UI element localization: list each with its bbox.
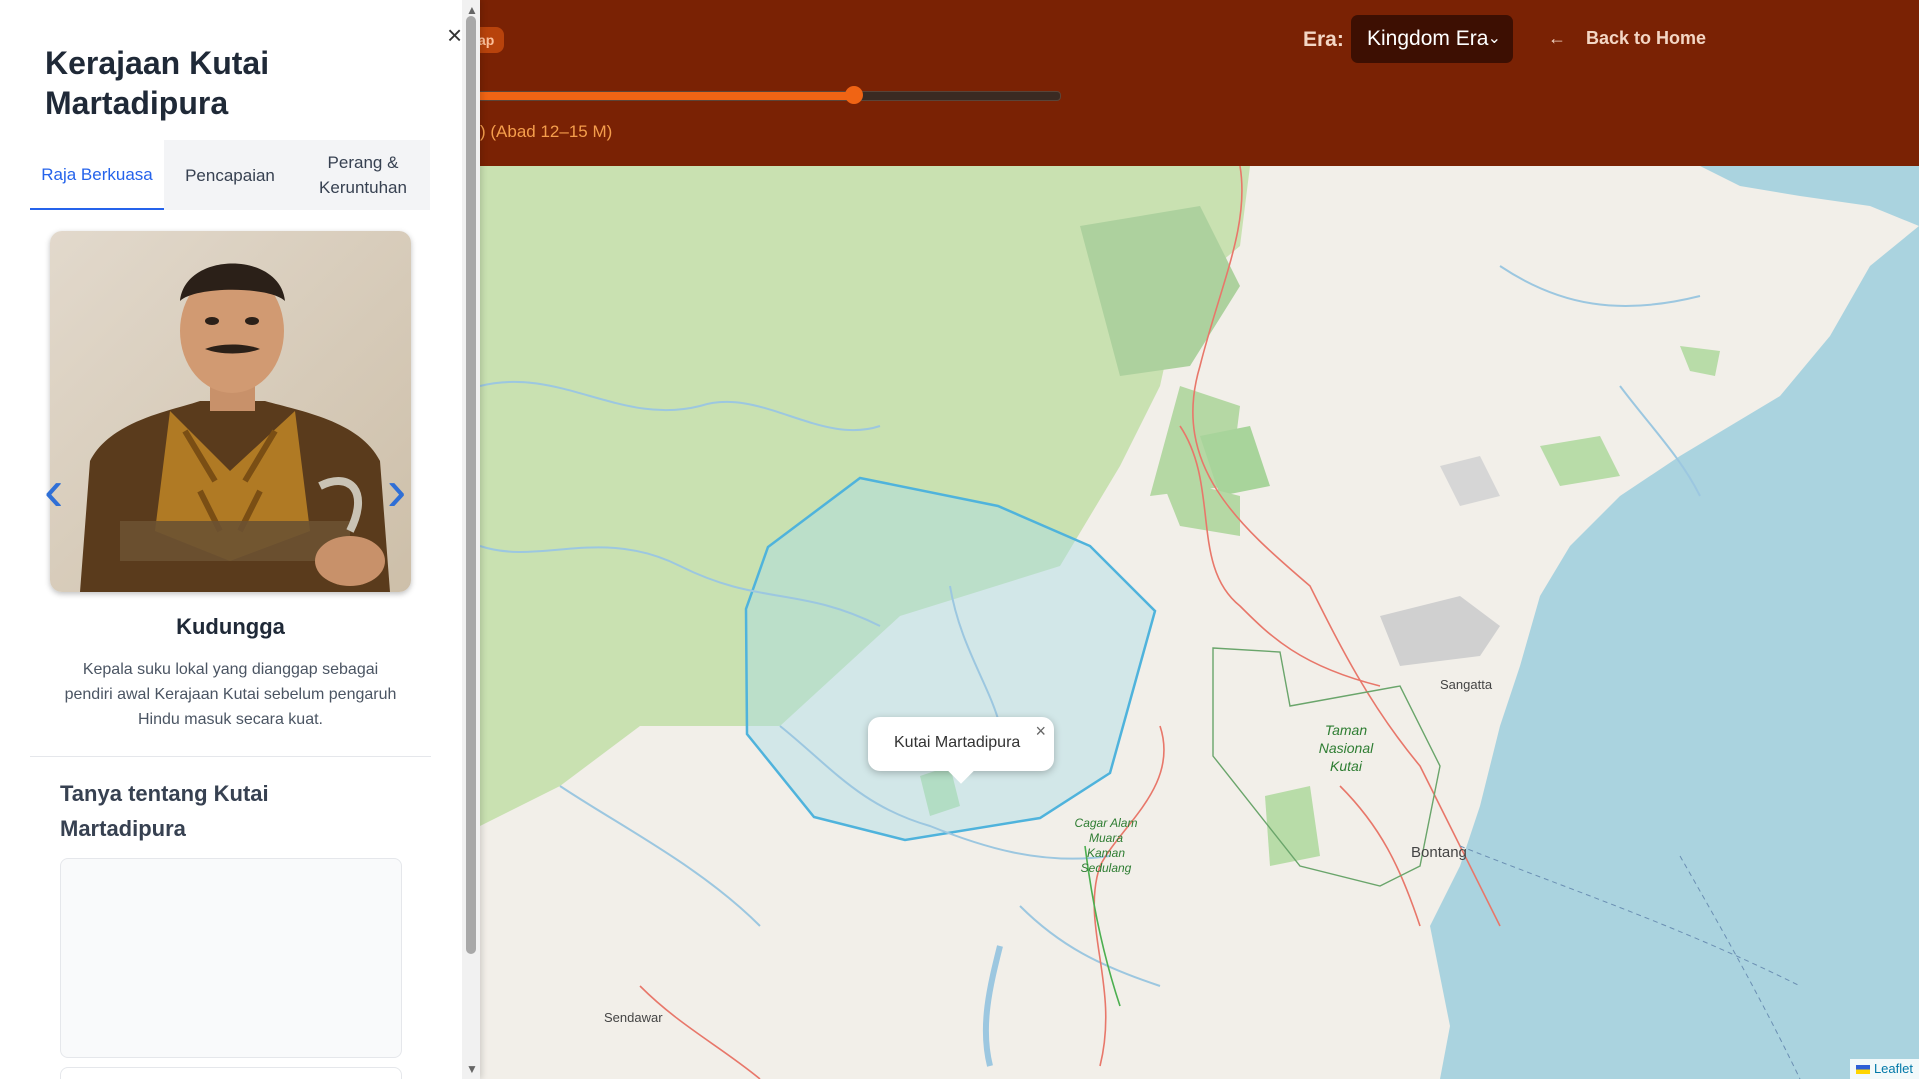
arrow-left-icon: ← [1548,28,1566,48]
popup-close-button[interactable]: × [1035,721,1046,742]
timeline-slider-fill [471,92,854,100]
tab-bar: Raja Berkuasa Pencapaian Perang & Kerunt… [30,140,430,210]
ask-section-title: Tanya tentang Kutai Martadipura [60,781,269,841]
carousel-prev-button[interactable]: ‹ [44,462,63,520]
era-select[interactable]: Kingdom Era ⌄ [1351,15,1513,63]
close-sidebar-button[interactable]: × [447,22,462,48]
scroll-thumb[interactable] [466,16,476,954]
tab-pencapaian[interactable]: Pencapaian [164,140,296,210]
place-label-sendawar: Sendawar [604,1010,663,1025]
era-label: Era: [1303,28,1344,51]
back-to-home-label: Back to Home [1586,28,1707,48]
scroll-down-arrow-icon[interactable]: ▼ [466,1062,478,1076]
park-label-taman-nasional-kutai: Taman Nasional Kutai [1318,722,1374,774]
timeline-slider[interactable] [470,86,1061,104]
king-portrait [50,231,411,592]
park-label-cagar-alam: Cagar Alam Muara Kaman Sedulang [1074,816,1138,875]
place-label-sangatta: Sangatta [1440,677,1493,692]
chat-input[interactable] [60,1067,402,1079]
divider [30,756,431,757]
tab-raja-berkuasa[interactable]: Raja Berkuasa [30,140,164,210]
king-description: Kepala suku lokal yang dianggap sebagai … [64,661,397,728]
kingdom-sidebar: × Kerajaan Kutai Martadipura Raja Berkua… [0,0,480,1079]
ukraine-flag-icon [1855,1065,1870,1074]
map-attribution[interactable]: Leaflet [1849,1059,1919,1079]
kingdom-title: Kerajaan Kutai Martadipura [45,45,270,121]
era-select-value: Kingdom Era [1367,27,1489,50]
carousel-next-button[interactable]: › [387,462,406,520]
leaflet-link[interactable]: Leaflet [1874,1061,1913,1076]
timeline-slider-thumb[interactable] [844,86,863,104]
chevron-down-icon: ⌄ [1487,30,1501,47]
sidebar-scrollbar[interactable]: ▲ ▼ [462,0,480,1079]
place-label-bontang: Bontang [1411,844,1467,861]
period-label: ) (Abad 12–15 M) [480,122,613,141]
back-to-home-link[interactable]: ← Back to Home [1548,28,1706,49]
chat-messages-area [60,858,402,1058]
map-popup: Kutai Martadipura × [868,717,1054,784]
king-name: Kudungga [176,614,285,639]
scroll-up-arrow-icon[interactable]: ▲ [466,3,478,17]
popup-text: Kutai Martadipura [894,734,1021,751]
tab-perang-keruntuhan[interactable]: Perang & Keruntuhan [296,140,430,210]
